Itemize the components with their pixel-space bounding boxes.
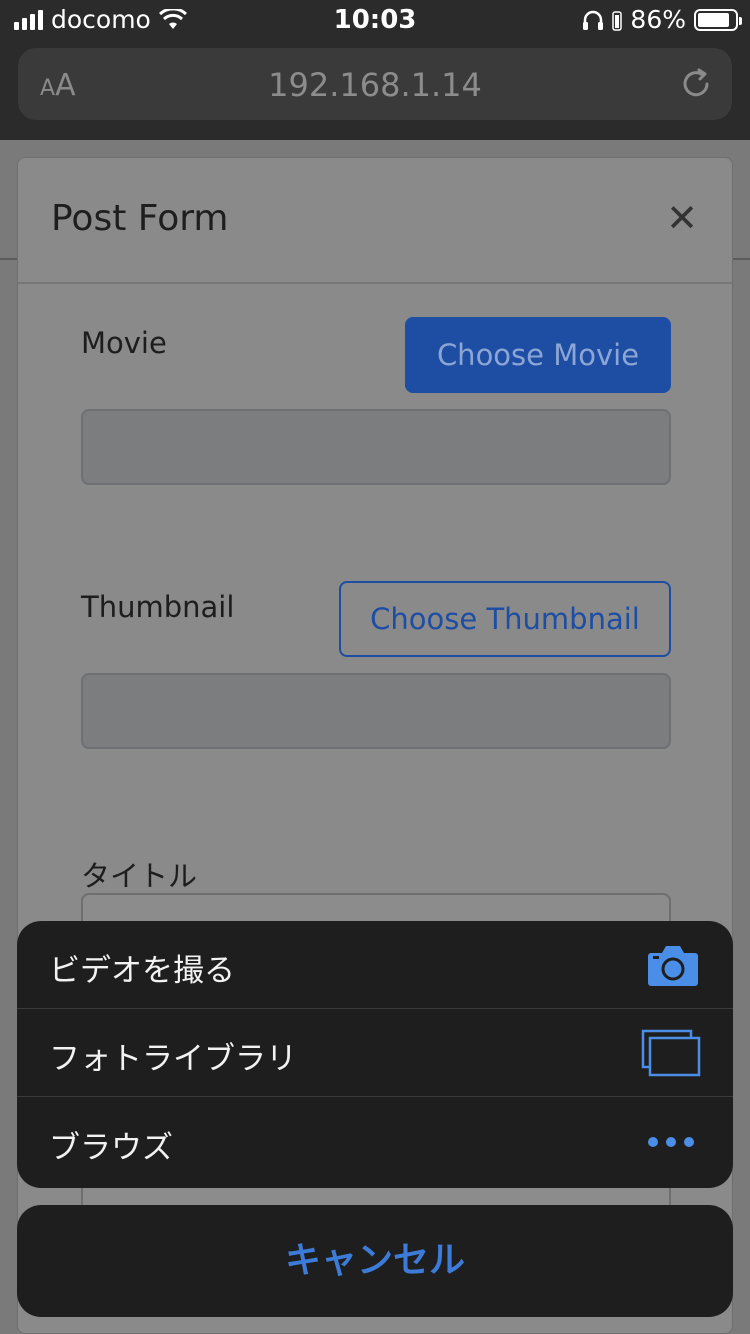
file-source-action-sheet: ビデオを撮る フォトライブラリ ブラウズ [17, 921, 733, 1188]
photo-library-icon [641, 1029, 701, 1077]
status-bar: docomo 10:03 86% [0, 0, 750, 40]
action-take-video-label: ビデオを撮る [49, 953, 235, 989]
movie-field[interactable] [81, 409, 671, 485]
action-photo-library[interactable]: フォトライブラリ [17, 1009, 733, 1097]
choose-thumbnail-button[interactable]: Choose Thumbnail [339, 581, 671, 657]
battery-icon [694, 9, 742, 31]
reload-icon[interactable] [678, 66, 714, 102]
movie-label: Movie [81, 326, 167, 360]
thumbnail-field[interactable] [81, 673, 671, 749]
action-photo-library-label: フォトライブラリ [49, 1041, 297, 1077]
camera-icon [648, 946, 698, 986]
battery-percentage: 86% [630, 5, 686, 34]
cancel-button[interactable]: キャンセル [17, 1205, 733, 1317]
url-text[interactable]: 192.168.1.14 [18, 66, 732, 104]
address-bar[interactable]: AA 192.168.1.14 [18, 48, 732, 120]
more-icon [648, 1137, 694, 1147]
battery-status-icon [612, 11, 623, 31]
close-icon[interactable]: ✕ [666, 198, 698, 238]
choose-movie-button[interactable]: Choose Movie [405, 317, 671, 393]
title-label: タイトル [81, 859, 198, 893]
action-browse[interactable]: ブラウズ [17, 1098, 733, 1186]
action-browse-label: ブラウズ [49, 1130, 173, 1166]
headphones-icon [583, 10, 604, 30]
thumbnail-label: Thumbnail [81, 590, 235, 624]
browser-toolbar: AA 192.168.1.14 [0, 40, 750, 140]
modal-title: Post Form [51, 198, 229, 239]
action-take-video[interactable]: ビデオを撮る [17, 921, 733, 1009]
modal-header: Post Form ✕ [18, 158, 732, 284]
